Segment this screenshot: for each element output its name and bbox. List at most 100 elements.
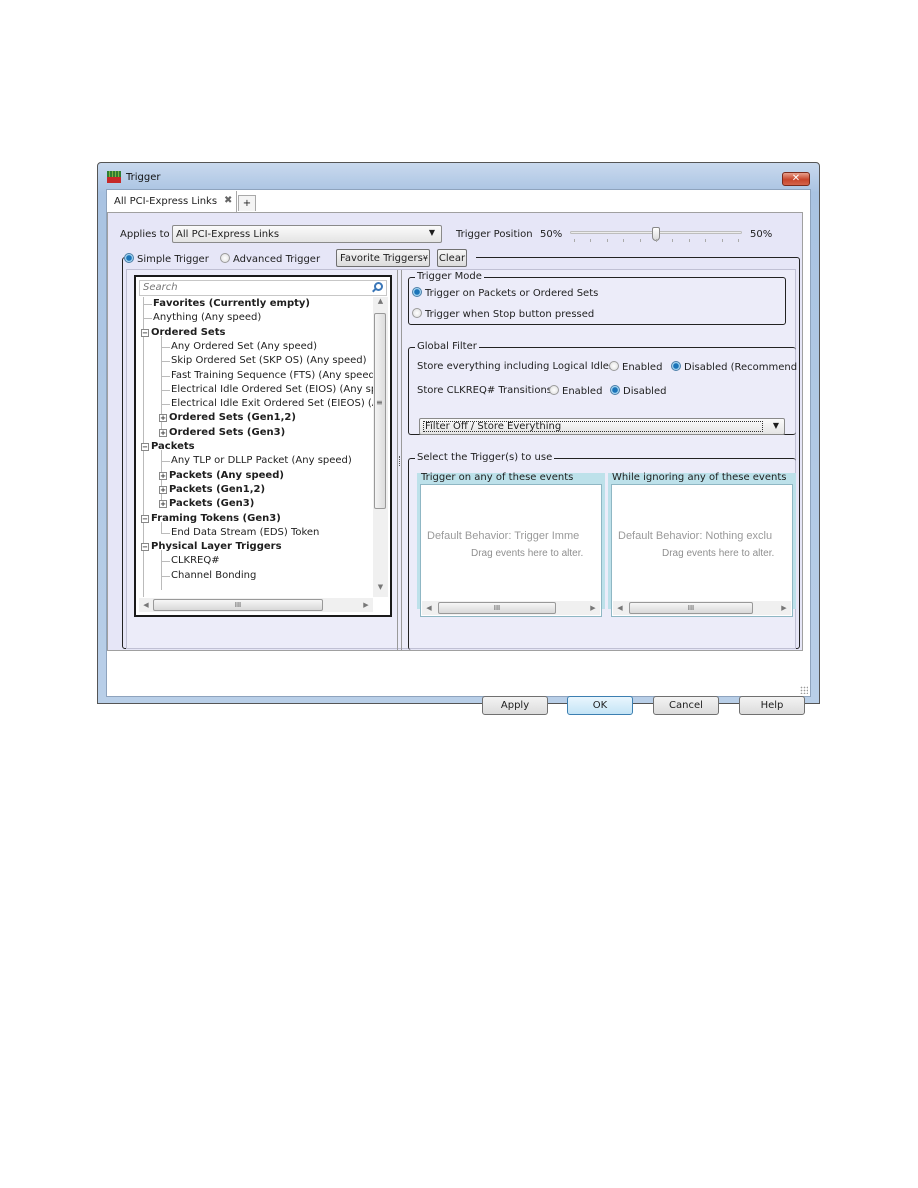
tree-item-label: Any TLP or DLLP Packet (Any speed) [171, 455, 352, 467]
tree-vertical-scrollbar[interactable]: ▲ ≡ ▼ [373, 297, 388, 597]
tree-item[interactable]: + Packets (Gen3) [159, 497, 254, 511]
default-behavior-text: Default Behavior: Trigger Imme [427, 530, 580, 542]
tree-item-label: Favorites (Currently empty) [153, 298, 310, 309]
tab-all-pci-express-links[interactable]: All PCI-Express Links ✖ [107, 191, 237, 212]
scrollbar-thumb[interactable] [374, 313, 386, 509]
applies-to-label: Applies to [120, 229, 170, 240]
slider-tick [607, 239, 608, 242]
tree-item[interactable]: − Ordered Sets [141, 326, 225, 340]
tree-item-label: Packets (Gen1,2) [169, 483, 266, 495]
tab-close-icon[interactable]: ✖ [224, 195, 232, 206]
tree-item[interactable]: Electrical Idle Exit Ordered Set (EIEOS)… [171, 397, 373, 411]
add-tab-button[interactable]: + [238, 195, 256, 211]
scroll-right-icon[interactable]: ▶ [586, 601, 600, 615]
tree-item[interactable]: Fast Training Sequence (FTS) (Any speed) [171, 369, 373, 383]
tree-item[interactable]: − Framing Tokens (Gen3) [141, 512, 281, 526]
collapse-icon[interactable]: − [141, 328, 149, 337]
ignoring-drop-zone[interactable]: Default Behavior: Nothing exclu Drag eve… [611, 484, 793, 617]
tree-item[interactable]: Any Ordered Set (Any speed) [171, 340, 317, 354]
applies-to-select[interactable]: All PCI-Express Links ▼ [172, 225, 442, 243]
tree-connector [161, 389, 170, 391]
expand-icon[interactable]: + [159, 471, 167, 480]
clkreq-enabled-radio[interactable]: Enabled [549, 385, 602, 397]
expand-icon[interactable]: + [159, 485, 167, 494]
scroll-left-icon[interactable]: ◀ [613, 601, 627, 615]
scrollbar-thumb[interactable]: III [629, 602, 753, 614]
tree-item-label: Skip Ordered Set (SKP OS) (Any speed) [171, 355, 367, 367]
grip-icon: ≡ [376, 398, 383, 407]
expand-icon[interactable]: + [159, 500, 167, 509]
trigger-on-stop-radio[interactable]: Trigger when Stop button pressed [412, 308, 594, 320]
advanced-trigger-radio[interactable]: Advanced Trigger [220, 253, 320, 265]
scroll-left-icon[interactable]: ◀ [422, 601, 436, 615]
search-icon[interactable] [374, 282, 383, 291]
scrollbar-thumb[interactable]: III [438, 602, 556, 614]
trigger-mode-group: Trigger Mode Trigger on Packets or Order… [408, 271, 786, 325]
ok-button[interactable]: OK [567, 696, 633, 715]
cancel-button[interactable]: Cancel [653, 696, 719, 715]
tree-item[interactable]: + Ordered Sets (Gen3) [159, 426, 285, 440]
drop-zone-scrollbar[interactable]: ◀ III ▶ [613, 601, 791, 615]
tree-item[interactable]: Channel Bonding [171, 569, 256, 583]
apply-button[interactable]: Apply [482, 696, 548, 715]
trigger-position-slider[interactable] [570, 227, 742, 243]
slider-tick [574, 239, 575, 242]
radio-selected-icon [671, 361, 681, 371]
tree-item[interactable]: + Packets (Gen1,2) [159, 483, 265, 497]
favorite-triggers-button[interactable]: Favorite Triggers¥ [336, 249, 430, 267]
tree-item[interactable]: − Physical Layer Triggers [141, 540, 282, 554]
tree-connector [161, 532, 170, 534]
pane-splitter[interactable] [397, 270, 402, 650]
option-label: Trigger when Stop button pressed [425, 309, 595, 320]
help-button[interactable]: Help [739, 696, 805, 715]
tree-item[interactable]: Skip Ordered Set (SKP OS) (Any speed) [171, 354, 367, 368]
logical-idles-enabled-radio[interactable]: Enabled [609, 361, 662, 373]
tree-item[interactable]: + Packets (Any speed) [159, 469, 284, 483]
trigger-on-events-box: Trigger on any of these events Default B… [417, 472, 605, 617]
tab-label: All PCI-Express Links [114, 196, 218, 207]
option-label: Enabled [622, 362, 663, 373]
tree-item[interactable]: End Data Stream (EDS) Token [171, 526, 319, 540]
tree-item[interactable]: CLKREQ# [171, 554, 220, 568]
scroll-down-icon[interactable]: ▼ [373, 583, 388, 597]
collapse-icon[interactable]: − [141, 514, 149, 523]
expand-icon[interactable]: + [159, 428, 167, 437]
resize-grip-icon[interactable] [800, 686, 808, 694]
tree-connector [161, 461, 170, 463]
scroll-right-icon[interactable]: ▶ [359, 598, 373, 612]
expand-icon[interactable]: + [159, 414, 167, 423]
search-input[interactable]: Search [139, 280, 387, 296]
trigger-on-packets-radio[interactable]: Trigger on Packets or Ordered Sets [412, 287, 598, 299]
tree-item[interactable]: − Packets [141, 440, 195, 454]
applies-to-value: All PCI-Express Links [176, 229, 280, 240]
trigger-mode-title: Trigger Mode [415, 271, 484, 282]
radio-selected-icon [124, 253, 134, 263]
logical-idles-disabled-radio[interactable]: Disabled (Recommend [671, 361, 797, 373]
tree-item[interactable]: + Ordered Sets (Gen1,2) [159, 411, 296, 425]
collapse-icon[interactable]: − [141, 543, 149, 552]
tree-item[interactable]: Electrical Idle Ordered Set (EIOS) (Any … [171, 383, 373, 397]
drag-hint-text: Drag events here to alter. [471, 548, 584, 559]
trigger-panel: Applies to All PCI-Express Links ▼ Trigg… [107, 212, 803, 651]
tree-horizontal-scrollbar[interactable]: ◀ III ▶ [139, 598, 373, 612]
filter-mode-select[interactable]: Filter Off / Store Everything ▼ [419, 418, 785, 435]
scroll-right-icon[interactable]: ▶ [777, 601, 791, 615]
clkreq-disabled-radio[interactable]: Disabled [610, 385, 666, 397]
tree-item[interactable]: Any TLP or DLLP Packet (Any speed) [171, 454, 352, 468]
collapse-icon[interactable]: − [141, 443, 149, 451]
slider-tick [672, 239, 673, 242]
scrollbar-thumb[interactable]: III [153, 599, 323, 611]
scroll-left-icon[interactable]: ◀ [139, 598, 153, 612]
tree-item-label: Packets (Gen3) [169, 498, 255, 510]
filter-mode-value: Filter Off / Store Everything [423, 421, 763, 432]
tree-item[interactable]: Anything (Any speed) [153, 311, 261, 325]
trigger-on-drop-zone[interactable]: Default Behavior: Trigger Imme Drag even… [420, 484, 602, 617]
drop-zone-scrollbar[interactable]: ◀ III ▶ [422, 601, 600, 615]
chevron-down-icon: ▼ [428, 228, 435, 237]
tree-item[interactable]: Favorites (Currently empty) [153, 297, 310, 311]
simple-trigger-radio[interactable]: Simple Trigger [124, 253, 209, 265]
scroll-up-icon[interactable]: ▲ [373, 297, 388, 311]
close-button[interactable]: ✕ [782, 172, 810, 186]
clear-button[interactable]: Clear [437, 249, 467, 267]
tree-connector [161, 404, 170, 406]
